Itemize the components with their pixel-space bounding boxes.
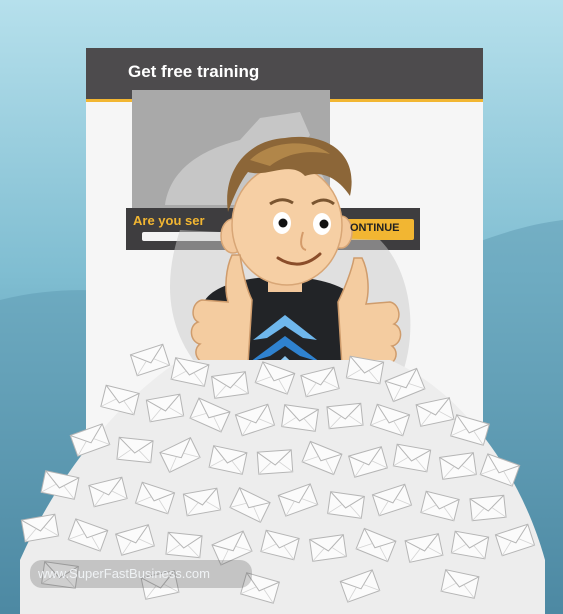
watermark-text: www.SuperFastBusiness.com (38, 566, 210, 581)
right-pupil (319, 219, 329, 229)
panel-title: Get free training (128, 62, 260, 81)
optin-question-text: Are you ser (133, 213, 205, 228)
illustration-scene (0, 0, 563, 614)
illustration-frame: Get free training Are you ser ONTINUE ww… (0, 0, 563, 614)
continue-button-label[interactable]: ONTINUE (350, 222, 400, 234)
left-pupil (278, 218, 288, 228)
